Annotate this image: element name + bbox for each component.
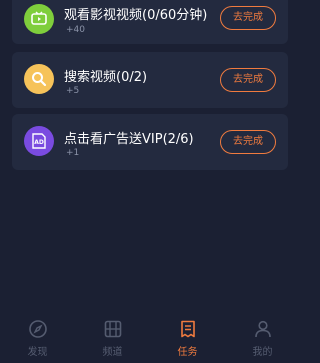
complete-task-button[interactable]: 去完成 xyxy=(220,6,276,30)
task-title: 点击看广告送VIP(2/6) xyxy=(64,132,194,147)
nav-label: 我的 xyxy=(252,347,273,358)
task-reward: +40 xyxy=(66,25,85,35)
bottom-navigation: 发现 频道 任务 我的 xyxy=(0,313,300,363)
nav-item-channel[interactable]: 频道 xyxy=(75,313,150,363)
film-icon xyxy=(103,319,123,339)
task-title: 观看影视视频(0/60分钟) xyxy=(64,8,208,23)
ad-icon: AD xyxy=(24,126,54,156)
complete-task-button[interactable]: 去完成 xyxy=(220,130,276,154)
tv-icon xyxy=(24,4,54,34)
nav-item-task[interactable]: 任务 xyxy=(150,313,225,363)
task-reward: +1 xyxy=(66,148,80,158)
task-card-watch-video: 观看影视视频(0/60分钟) +40 去完成 xyxy=(12,0,288,44)
task-card-search-video: 搜索视频(0/2) +5 去完成 xyxy=(12,52,288,108)
nav-label: 频道 xyxy=(102,347,123,358)
complete-task-button[interactable]: 去完成 xyxy=(220,68,276,92)
nav-label: 任务 xyxy=(177,347,198,358)
nav-item-discover[interactable]: 发现 xyxy=(0,313,75,363)
compass-icon xyxy=(28,319,48,339)
nav-label: 发现 xyxy=(27,347,48,358)
task-title: 搜索视频(0/2) xyxy=(64,70,148,85)
task-reward: +5 xyxy=(66,86,80,96)
svg-text:AD: AD xyxy=(34,139,44,146)
task-list-icon xyxy=(178,319,198,339)
user-icon xyxy=(253,319,273,339)
search-icon xyxy=(24,64,54,94)
task-card-watch-ad: AD 点击看广告送VIP(2/6) +1 去完成 xyxy=(12,114,288,170)
nav-item-mine[interactable]: 我的 xyxy=(225,313,300,363)
